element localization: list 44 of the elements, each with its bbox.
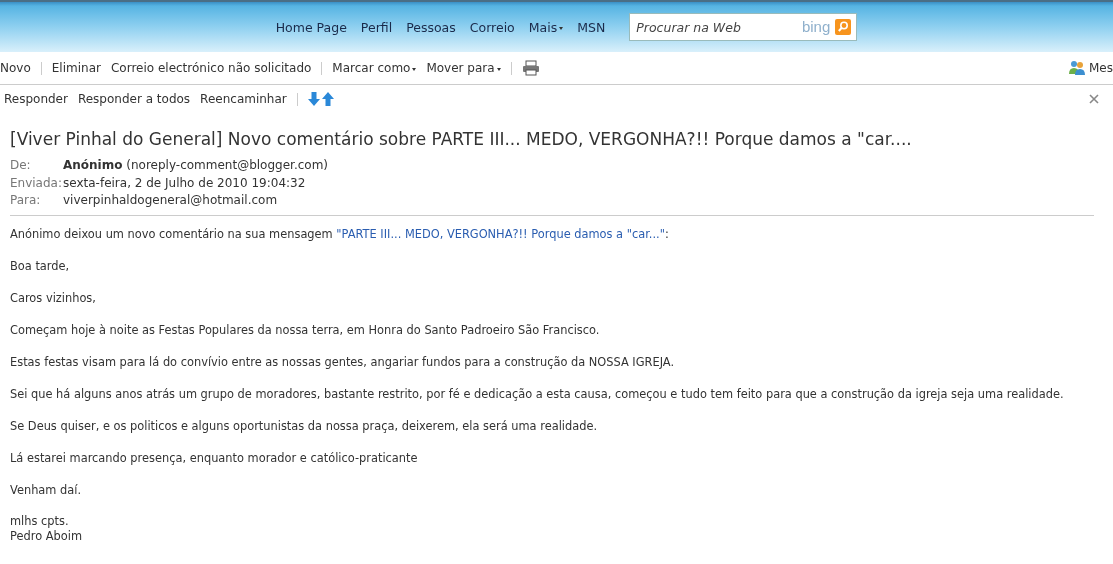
action-button[interactable]: Responder	[4, 92, 68, 106]
people-icon[interactable]	[1068, 60, 1086, 76]
caret-icon	[559, 27, 564, 30]
action-button[interactable]: Reencaminhar	[200, 92, 287, 106]
field-value: viverpinhaldogeneral@hotmail.com	[63, 192, 278, 209]
action-button[interactable]: Responder a todos	[77, 92, 191, 106]
nav-link[interactable]: Correio	[469, 19, 515, 35]
field-value: Anónimo (noreply-comment@blogger.com)	[63, 157, 329, 174]
up-arrow-icon[interactable]	[321, 92, 334, 106]
down-arrow-icon[interactable]	[307, 92, 320, 106]
intro-text: Anónimo deixou um novo comentário na sua mensagem "PARTE III... MEDO, VERGONHA?!! Porque damos a "car...":	[10, 225, 670, 243]
messenger-link[interactable]: Mes	[1089, 61, 1113, 75]
nav-link[interactable]: Pessoas	[406, 19, 456, 35]
nav-link[interactable]: Perfil	[360, 19, 393, 35]
signature-line: Pedro Aboim	[10, 528, 83, 544]
search-icon[interactable]	[835, 19, 852, 35]
nav-link[interactable]: Mais	[528, 19, 564, 35]
nav-link[interactable]: Home Page	[275, 19, 347, 35]
toolbar-button[interactable]: Marcar como	[332, 61, 417, 75]
body-paragraph: Sei que há alguns anos atrás um grupo de moradores, bastante restrito, por fé e dedicação a esta causa, começou e tudo tem feito para que a construção da igreja seja uma realidade.	[10, 385, 1065, 403]
post-link[interactable]: "PARTE III... MEDO, VERGONHA?!! Porque damos a "car..."	[336, 226, 665, 241]
body-paragraph: Caros vizinhos,	[10, 289, 97, 307]
body-paragraph: Boa tarde,	[10, 257, 71, 275]
field-label: De:	[10, 157, 32, 174]
signature-line: mlhs cpts.	[10, 513, 70, 529]
field-label: Para:	[10, 192, 42, 209]
body-paragraph: Se Deus quiser, e os politicos e alguns oportunistas da nossa praça, deixerem, ela será uma realidade.	[10, 417, 599, 435]
toolbar-button[interactable]: Correio electrónico não solicitado	[110, 61, 312, 75]
toolbar-button[interactable]: Novo	[0, 61, 31, 75]
body-paragraph: Estas festas visam para lá do convívio entre as nossas gentes, angariar fundos para a construção da NOSSA IGREJA.	[10, 353, 676, 371]
caret-icon	[496, 68, 501, 71]
caret-icon	[412, 68, 417, 71]
toolbar-button[interactable]: Mover para	[426, 61, 501, 75]
field-value: sexta-feira, 2 de Julho de 2010 19:04:32	[63, 174, 306, 192]
toolbar-button[interactable]: Eliminar	[51, 61, 101, 75]
brand-logo: bing	[801, 18, 831, 35]
field-label: Enviada:	[10, 174, 63, 192]
close-icon[interactable]	[1089, 94, 1099, 104]
nav-link[interactable]: MSN	[577, 19, 606, 35]
printer-icon[interactable]	[521, 60, 540, 76]
body-paragraph: Começam hoje à noite as Festas Populares da nossa terra, em Honra do Santo Padroeiro São Francisco.	[10, 321, 601, 339]
message-subject: [Viver Pinhal do General] Novo comentário sobre PARTE III... MEDO, VERGONHA?!! Porque damos a "car....	[10, 129, 913, 149]
body-paragraph: Lá estarei marcando presença, enquanto morador e católico-praticante	[10, 449, 419, 467]
body-paragraph: Venham daí.	[10, 481, 83, 499]
